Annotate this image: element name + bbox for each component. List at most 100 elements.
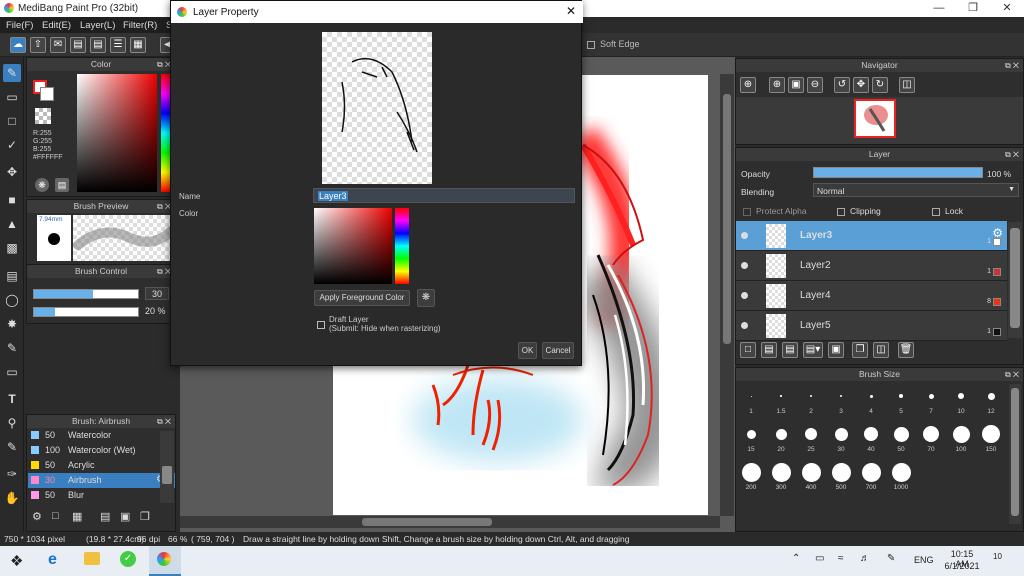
brush-size-scroll-thumb[interactable] <box>1011 388 1019 516</box>
brush-size-option[interactable]: 20 <box>767 422 795 458</box>
new-brush-icon[interactable]: □ <box>52 510 59 522</box>
folder-icon[interactable]: ▣ <box>120 510 130 523</box>
brush-size-option[interactable]: 10 <box>947 384 975 420</box>
duplicate-layer-icon[interactable]: ❐ <box>852 342 868 358</box>
reset-rotation-icon[interactable]: ✥ <box>853 77 869 93</box>
cancel-button[interactable]: Cancel <box>542 342 574 359</box>
gradient-tool-icon[interactable]: ▩ <box>3 239 21 257</box>
brush-size-option[interactable]: 1 <box>737 384 765 420</box>
layer-row[interactable]: Layer4 8 <box>736 281 1007 311</box>
panel-close-icon[interactable]: ⧉ ✕ <box>157 265 171 278</box>
rectangle-tool-icon[interactable]: □ <box>3 112 21 130</box>
clock-date[interactable]: 6/1/2021 <box>944 561 980 571</box>
brush-opacity-slider[interactable] <box>33 307 139 317</box>
brush-size-slider[interactable] <box>33 289 139 299</box>
brush-size-option[interactable]: 5 <box>887 384 915 420</box>
merge-layer-icon[interactable]: ◫ <box>873 342 889 358</box>
color-sv-picker[interactable] <box>77 74 157 192</box>
layer-scroll-thumb[interactable] <box>1010 228 1020 328</box>
brush-size-option[interactable]: 12 <box>977 384 1005 420</box>
menu-layer[interactable]: Layer(L) <box>80 20 115 31</box>
rotate-left-icon[interactable]: ↺ <box>834 77 850 93</box>
gear-icon[interactable]: ⚙ <box>992 226 1003 240</box>
lasso-tool-icon[interactable]: ◯ <box>3 291 21 309</box>
brush-size-option[interactable]: 150 <box>977 422 1005 458</box>
chevron-up-icon[interactable]: ⌃ <box>792 553 800 564</box>
brush-list-scroll-thumb[interactable] <box>162 466 172 484</box>
brush-size-option[interactable]: 200 <box>737 460 765 496</box>
brush-size-option[interactable]: 400 <box>797 460 825 496</box>
divide-tool-icon[interactable]: ✎ <box>3 438 21 456</box>
delete-layer-icon[interactable]: 🗑 <box>898 342 914 358</box>
app-icon[interactable]: ✓ <box>120 551 136 567</box>
ok-button[interactable]: OK <box>518 342 537 359</box>
wifi-icon[interactable]: ≈ <box>838 553 844 564</box>
brush-size-option[interactable]: 300 <box>767 460 795 496</box>
clipping-checkbox[interactable] <box>837 207 845 216</box>
brush-list-item[interactable]: 50 Watercolor <box>28 428 175 443</box>
cloud-icon[interactable]: ☁ <box>10 37 26 53</box>
brush-size-option[interactable]: 50 <box>887 422 915 458</box>
dot-pen-tool-icon[interactable]: ✓ <box>3 136 21 154</box>
new-8bit-layer-icon[interactable]: ▤ <box>782 342 798 358</box>
volume-icon[interactable]: ♬ <box>860 553 870 564</box>
brush-size-option[interactable]: 15 <box>737 422 765 458</box>
select-pen-tool-icon[interactable]: ✎ <box>3 339 21 357</box>
name-input[interactable]: Layer3 <box>313 188 575 203</box>
visibility-icon[interactable] <box>741 292 748 299</box>
list-icon[interactable]: ☰ <box>110 37 126 53</box>
canvas-vscrollbar[interactable] <box>720 74 734 516</box>
file-explorer-icon[interactable] <box>84 552 100 565</box>
color-history-icon[interactable]: ▤ <box>55 178 69 192</box>
menu-filter[interactable]: Filter(R) <box>123 20 157 31</box>
blending-select[interactable]: Normal ▼ <box>813 183 1019 197</box>
palette-icon[interactable]: ❋ <box>417 289 435 307</box>
protect-alpha-checkbox[interactable] <box>743 207 751 216</box>
bucket-tool-icon[interactable]: ▲ <box>3 215 21 233</box>
hand-tool-icon[interactable]: ✋ <box>3 489 21 507</box>
brush-size-scrollbar[interactable] <box>1009 384 1021 524</box>
panel-close-icon[interactable]: ⧉ ✕ <box>157 200 171 213</box>
zoom-out-icon[interactable]: ⊖ <box>807 77 823 93</box>
visibility-icon[interactable] <box>741 232 748 239</box>
brush-size-option[interactable]: 40 <box>857 422 885 458</box>
brush-size-option[interactable]: 100 <box>947 422 975 458</box>
brush-size-value[interactable]: 30 <box>145 287 169 300</box>
zoom-in-icon[interactable]: ⊕ <box>769 77 785 93</box>
new-layer-icon[interactable]: □ <box>740 342 756 358</box>
brush-size-option[interactable]: 2 <box>797 384 825 420</box>
medibang-taskbar-button[interactable] <box>149 546 181 576</box>
canvas-hscroll-thumb[interactable] <box>362 518 492 526</box>
eyedropper-tool-icon[interactable]: ✑ <box>3 465 21 483</box>
operation-tool-icon[interactable]: ⚲ <box>3 414 21 432</box>
text-tool-icon[interactable]: T <box>3 390 21 408</box>
transparent-swatch[interactable] <box>35 108 51 124</box>
menu-edit[interactable]: Edit(E) <box>42 20 71 31</box>
layer-row[interactable]: Layer2 1 <box>736 251 1007 281</box>
lock-checkbox[interactable] <box>932 207 940 216</box>
document-icon[interactable]: ▤ <box>70 37 86 53</box>
edge-browser-icon[interactable]: e <box>48 551 57 569</box>
share-icon[interactable]: ⇧ <box>30 37 46 53</box>
comment-icon[interactable]: ✉ <box>50 37 66 53</box>
flip-icon[interactable]: ◫ <box>899 77 915 93</box>
draft-layer-checkbox[interactable] <box>317 321 325 329</box>
canvas-vscroll-thumb[interactable] <box>723 94 731 344</box>
apply-foreground-color-button[interactable]: Apply Foreground Color <box>314 290 410 306</box>
language-indicator[interactable]: ENG <box>914 555 934 565</box>
fill-rect-tool-icon[interactable]: ■ <box>3 191 21 209</box>
folder-icon[interactable]: ▣ <box>828 342 844 358</box>
minimize-icon[interactable]: — <box>922 0 956 17</box>
brush-size-option[interactable]: 700 <box>857 460 885 496</box>
notification-icon[interactable]: 10 <box>993 552 1011 568</box>
navigator-thumbnail[interactable] <box>854 99 896 138</box>
zoom-in-icon[interactable]: ⊕ <box>740 77 756 93</box>
layer-color-picker[interactable] <box>314 208 392 284</box>
new-halftone-layer-icon[interactable]: ▤ <box>761 342 777 358</box>
eraser-tool-icon[interactable]: ▭ <box>3 88 21 106</box>
navigator-view[interactable] <box>736 97 1023 144</box>
close-icon[interactable]: ✕ <box>990 0 1024 17</box>
page-icon[interactable]: ▤ <box>90 37 106 53</box>
brush-size-option[interactable]: 25 <box>797 422 825 458</box>
brush-list-item[interactable]: 100 Watercolor (Wet) <box>28 443 175 458</box>
